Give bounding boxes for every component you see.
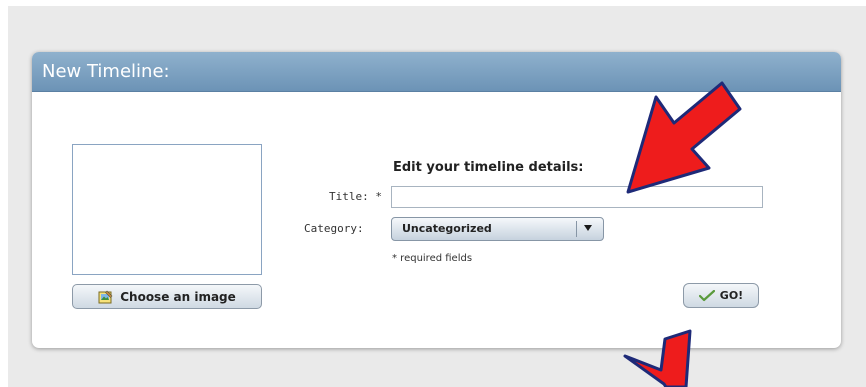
image-edit-icon xyxy=(98,290,113,303)
required-fields-note: * required fields xyxy=(392,253,473,264)
category-select[interactable]: Uncategorized xyxy=(391,217,604,241)
title-label: Title: * xyxy=(329,190,382,203)
go-button[interactable]: GO! xyxy=(683,283,759,308)
category-label: Category: xyxy=(304,222,364,235)
panel-title: New Timeline: xyxy=(42,61,170,82)
form-heading: Edit your timeline details: xyxy=(393,160,584,175)
chevron-down-icon xyxy=(584,225,592,231)
panel-header: New Timeline: xyxy=(32,52,841,92)
title-input[interactable] xyxy=(391,186,763,208)
choose-image-button[interactable]: Choose an image xyxy=(72,284,262,309)
image-preview xyxy=(72,144,262,275)
select-divider xyxy=(576,221,577,237)
category-selected-value: Uncategorized xyxy=(402,222,492,235)
choose-image-label: Choose an image xyxy=(120,289,236,304)
go-label: GO! xyxy=(719,289,744,302)
checkmark-icon xyxy=(698,289,715,301)
new-timeline-panel: New Timeline: Choose an image Edit your … xyxy=(32,52,841,348)
